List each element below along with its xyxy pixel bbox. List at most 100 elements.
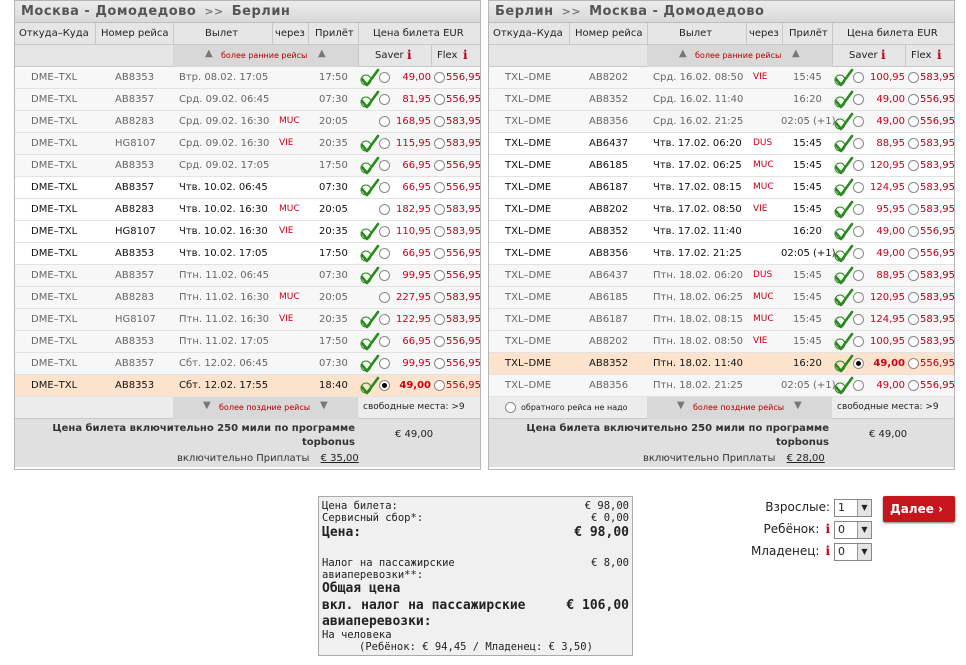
flight-row[interactable]: TXL–DME AB6187 Птн. 18.02. 08:15 MUC 15:45 12… [489,309,955,331]
flex-radio[interactable] [908,380,919,391]
saver-radio[interactable] [853,94,864,105]
flex-radio[interactable] [434,160,445,171]
flex-radio[interactable] [434,72,445,83]
flight-row[interactable]: TXL–DME AB8356 Птн. 18.02. 21:25 02:05 (+1)… [489,375,955,397]
flight-row[interactable]: TXL–DME AB6437 Чтв. 17.02. 06:20 DUS 15:45 88… [489,133,955,155]
flight-row[interactable]: DME–TXL HG8107 Птн. 11.02. 16:30 VIE 20:35 12… [15,309,481,331]
saver-radio[interactable] [853,292,864,303]
saver-radio[interactable] [379,380,390,391]
flight-row[interactable]: DME–TXL AB8357 Чтв. 10.02. 06:45 07:30 66,95… [15,177,481,199]
later-flights-link[interactable]: более поздние рейсы [693,403,784,412]
surcharge-value[interactable]: € 35,00 [321,453,359,464]
flex-info-icon[interactable]: i [937,48,942,62]
flight-row[interactable]: TXL–DME AB8202 Птн. 18.02. 08:50 VIE 15:45 10… [489,331,955,353]
saver-radio[interactable] [379,72,390,83]
flight-row[interactable]: DME–TXL HG8107 Срд. 09.02. 16:30 VIE 20:35 11… [15,133,481,155]
flex-radio[interactable] [908,160,919,171]
infant-info-icon[interactable]: i [825,544,830,558]
flight-row[interactable]: TXL–DME AB6185 Чтв. 17.02. 06:25 MUC 15:45 12… [489,155,955,177]
flight-row[interactable]: TXL–DME AB6185 Птн. 18.02. 06:25 MUC 15:45 12… [489,287,955,309]
flight-row[interactable]: DME–TXL AB8353 Птн. 11.02. 17:05 17:50 66,95… [15,331,481,353]
child-info-icon[interactable]: i [825,522,830,536]
flex-radio[interactable] [908,292,919,303]
flight-row[interactable]: TXL–DME AB8202 Срд. 16.02. 08:50 VIE 15:45 10… [489,67,955,89]
flex-radio[interactable] [434,94,445,105]
flex-radio[interactable] [908,248,919,259]
flex-radio[interactable] [434,204,445,215]
flight-row[interactable]: TXL–DME AB6437 Птн. 18.02. 06:20 DUS 15:45 88… [489,265,955,287]
flight-row[interactable]: DME–TXL AB8357 Сбт. 12.02. 06:45 07:30 99,95… [15,353,481,375]
saver-radio[interactable] [853,336,864,347]
flight-row[interactable]: TXL–DME AB8356 Срд. 16.02. 21:25 02:05 (+1)… [489,111,955,133]
flex-radio[interactable] [434,226,445,237]
flex-radio[interactable] [434,292,445,303]
saver-radio[interactable] [853,182,864,193]
flex-radio[interactable] [908,116,919,127]
flex-radio[interactable] [434,314,445,325]
saver-radio[interactable] [379,270,390,281]
saver-radio[interactable] [853,358,864,369]
saver-radio[interactable] [379,336,390,347]
saver-radio[interactable] [379,358,390,369]
saver-radio[interactable] [853,380,864,391]
saver-radio[interactable] [379,116,390,127]
later-flights-link[interactable]: более поздние рейсы [219,403,310,412]
flex-radio[interactable] [908,182,919,193]
saver-radio[interactable] [853,204,864,215]
flight-row[interactable]: TXL–DME AB8352 Птн. 18.02. 11:40 16:20 49,00… [489,353,955,375]
flight-row[interactable]: DME–TXL AB8283 Птн. 11.02. 16:30 MUC 20:05 22… [15,287,481,309]
flex-radio[interactable] [908,204,919,215]
saver-radio[interactable] [853,72,864,83]
flex-radio[interactable] [908,314,919,325]
flex-info-icon[interactable]: i [463,48,468,62]
earlier-flights-link[interactable]: более ранние рейсы [695,51,781,60]
flight-row[interactable]: TXL–DME AB8352 Срд. 16.02. 11:40 16:20 49,00… [489,89,955,111]
saver-info-icon[interactable]: i [881,48,886,62]
flex-radio[interactable] [908,336,919,347]
saver-radio[interactable] [379,292,390,303]
next-button[interactable]: Далее › [883,496,955,522]
saver-radio[interactable] [379,248,390,259]
flex-radio[interactable] [434,138,445,149]
child-select[interactable]: 0 ▼ [834,521,872,539]
saver-radio[interactable] [853,226,864,237]
flex-radio[interactable] [434,358,445,369]
flight-row[interactable]: TXL–DME AB6187 Чтв. 17.02. 08:15 MUC 15:45 12… [489,177,955,199]
flight-row[interactable]: DME–TXL HG8107 Чтв. 10.02. 16:30 VIE 20:35 11… [15,221,481,243]
flight-row[interactable]: TXL–DME AB8202 Чтв. 17.02. 08:50 VIE 15:45 95… [489,199,955,221]
flex-radio[interactable] [434,182,445,193]
saver-radio[interactable] [379,160,390,171]
flex-radio[interactable] [908,270,919,281]
flight-row[interactable]: DME–TXL AB8357 Срд. 09.02. 06:45 07:30 81,95… [15,89,481,111]
saver-radio[interactable] [379,138,390,149]
earlier-flights-link[interactable]: более ранние рейсы [221,51,307,60]
saver-radio[interactable] [379,182,390,193]
saver-radio[interactable] [379,94,390,105]
flight-row[interactable]: DME–TXL AB8283 Чтв. 10.02. 16:30 MUC 20:05 18… [15,199,481,221]
flex-radio[interactable] [908,94,919,105]
saver-radio[interactable] [853,160,864,171]
flex-radio[interactable] [434,336,445,347]
flight-row[interactable]: DME–TXL AB8283 Срд. 09.02. 16:30 MUC 20:05 16… [15,111,481,133]
flex-radio[interactable] [908,138,919,149]
saver-radio[interactable] [853,138,864,149]
flight-row[interactable]: DME–TXL AB8353 Сбт. 12.02. 17:55 18:40 49,00… [15,375,481,397]
saver-radio[interactable] [853,270,864,281]
infant-select[interactable]: 0 ▼ [834,543,872,561]
saver-info-icon[interactable]: i [407,48,412,62]
flight-row[interactable]: DME–TXL AB8353 Втр. 08.02. 17:05 17:50 49,00… [15,67,481,89]
flex-radio[interactable] [908,72,919,83]
flight-row[interactable]: DME–TXL AB8353 Чтв. 10.02. 17:05 17:50 66,95… [15,243,481,265]
flex-radio[interactable] [908,226,919,237]
flex-radio[interactable] [434,270,445,281]
saver-radio[interactable] [379,204,390,215]
flex-radio[interactable] [908,358,919,369]
flex-radio[interactable] [434,116,445,127]
saver-radio[interactable] [379,314,390,325]
flight-row[interactable]: DME–TXL AB8353 Срд. 09.02. 17:05 17:50 66,95… [15,155,481,177]
saver-radio[interactable] [853,248,864,259]
surcharge-value[interactable]: € 28,00 [787,453,825,464]
flex-radio[interactable] [434,248,445,259]
flight-row[interactable]: TXL–DME AB8356 Чтв. 17.02. 21:25 02:05 (+1)… [489,243,955,265]
flex-radio[interactable] [434,380,445,391]
